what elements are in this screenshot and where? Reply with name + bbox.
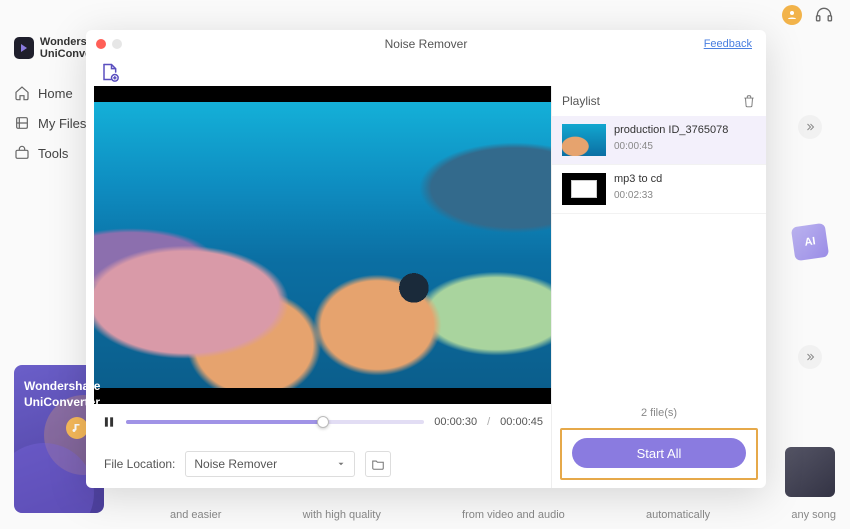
dialog-title: Noise Remover xyxy=(86,37,766,51)
playlist-item-duration: 00:02:33 xyxy=(614,190,662,201)
pause-button[interactable] xyxy=(102,415,116,429)
sidebar-item-label: Home xyxy=(38,86,73,101)
chevron-down-icon xyxy=(336,459,346,469)
playlist-item-name: mp3 to cd xyxy=(614,173,662,186)
home-icon xyxy=(14,85,30,101)
video-preview[interactable] xyxy=(94,86,551,404)
time-total: 00:00:45 xyxy=(500,416,543,428)
music-note-icon xyxy=(66,417,88,439)
files-icon xyxy=(14,115,30,131)
window-min-button[interactable] xyxy=(112,39,122,49)
playlist-thumbnail xyxy=(562,124,606,156)
clear-playlist-button[interactable] xyxy=(742,94,756,108)
caption-text: with high quality xyxy=(303,509,381,521)
file-location-label: File Location: xyxy=(104,457,175,471)
caption-text: from video and audio xyxy=(462,509,565,521)
noise-remover-dialog: Noise Remover Feedback xyxy=(86,30,766,488)
playlist-thumbnail xyxy=(562,173,606,205)
playlist-item-name: production ID_3765078 xyxy=(614,124,728,137)
promo-line1: Wondershare xyxy=(24,379,94,395)
playlist-item[interactable]: production ID_3765078 00:00:45 xyxy=(552,116,766,165)
sidebar-item-label: My Files xyxy=(38,116,86,131)
caption-text: automatically xyxy=(646,509,710,521)
chevron-right-icon[interactable] xyxy=(798,115,822,139)
sidebar-item-label: Tools xyxy=(38,146,68,161)
ai-tool-icon[interactable]: AI xyxy=(791,223,829,261)
open-folder-button[interactable] xyxy=(365,451,391,477)
promo-line2: UniConverter xyxy=(24,395,94,411)
file-location-value: Noise Remover xyxy=(194,457,277,471)
caption-text: and easier xyxy=(170,509,221,521)
file-location-select[interactable]: Noise Remover xyxy=(185,451,355,477)
playlist-item-duration: 00:00:45 xyxy=(614,141,728,152)
logo-mark-icon xyxy=(14,37,34,59)
playlist-count: 2 file(s) xyxy=(552,398,766,428)
chevron-right-icon[interactable] xyxy=(798,345,822,369)
playlist-header: Playlist xyxy=(562,94,600,108)
user-avatar[interactable] xyxy=(782,5,802,25)
album-art-icon[interactable] xyxy=(785,447,835,497)
time-separator: / xyxy=(487,416,490,428)
time-current: 00:00:30 xyxy=(434,416,477,428)
window-close-button[interactable] xyxy=(96,39,106,49)
start-all-button[interactable]: Start All xyxy=(572,438,746,468)
caption-text: any song xyxy=(791,509,836,521)
toolbox-icon xyxy=(14,145,30,161)
feedback-link[interactable]: Feedback xyxy=(704,38,752,50)
seek-slider[interactable] xyxy=(126,420,424,424)
support-icon[interactable] xyxy=(814,5,834,25)
add-file-button[interactable] xyxy=(98,62,120,82)
start-all-highlight: Start All xyxy=(560,428,758,480)
playlist-item[interactable]: mp3 to cd 00:02:33 xyxy=(552,165,766,214)
